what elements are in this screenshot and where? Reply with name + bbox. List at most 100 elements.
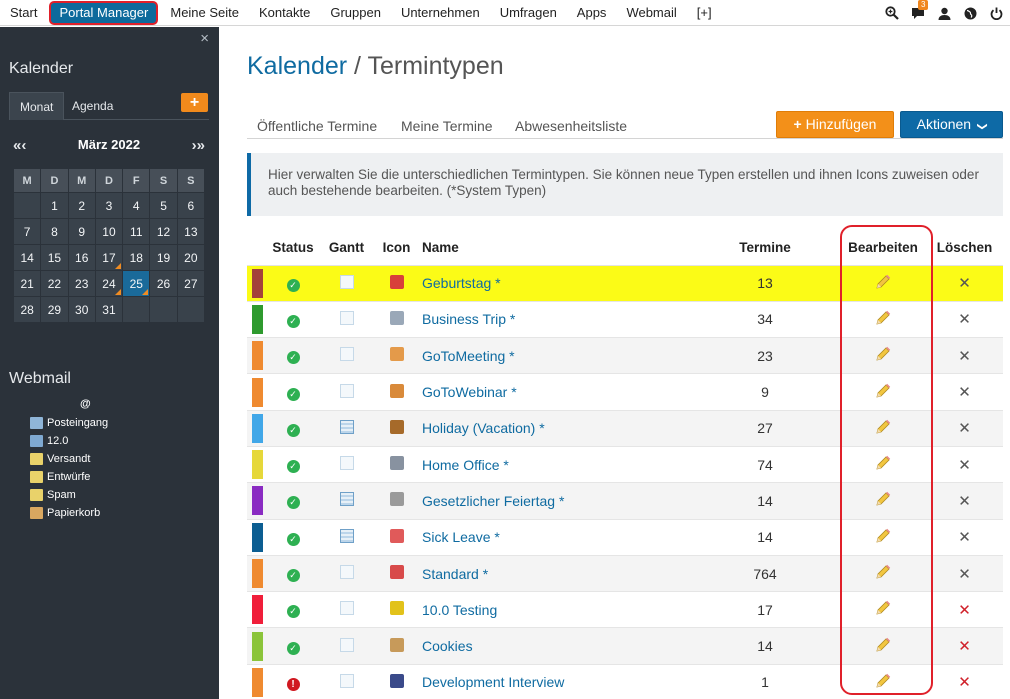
edit-pencil-icon[interactable] — [874, 599, 892, 617]
delete-icon[interactable]: ✕ — [958, 601, 971, 619]
calendar-day[interactable]: 22 — [40, 270, 69, 297]
edit-pencil-icon[interactable] — [874, 672, 892, 690]
globe-icon[interactable] — [962, 5, 978, 21]
event-type-name-link[interactable]: Home Office * — [422, 457, 509, 473]
status-active-icon[interactable]: ✓ — [286, 605, 300, 619]
calendar-day[interactable]: 23 — [67, 270, 96, 297]
table-row[interactable]: ✓ GoToMeeting * 23 ✕ — [247, 337, 1003, 375]
delete-icon[interactable]: ✕ — [958, 419, 971, 437]
event-type-name-link[interactable]: Business Trip * — [422, 311, 515, 327]
nav-item-meine-seite[interactable]: Meine Seite — [160, 0, 249, 26]
status-active-icon[interactable]: ✓ — [286, 351, 300, 365]
edit-pencil-icon[interactable] — [874, 490, 892, 508]
table-row[interactable]: ✓ Home Office * 74 ✕ — [247, 446, 1003, 484]
calendar-day[interactable]: 3 — [94, 192, 124, 219]
nav-item-kontakte[interactable]: Kontakte — [249, 0, 320, 26]
breadcrumb-calendar-link[interactable]: Kalender — [247, 52, 347, 80]
status-inactive-icon[interactable]: ! — [286, 677, 300, 691]
calendar-day[interactable]: 20 — [176, 244, 206, 271]
prev-month-icon[interactable]: «‹ — [13, 137, 26, 154]
calendar-day[interactable]: 14 — [12, 244, 42, 271]
status-active-icon[interactable]: ✓ — [286, 569, 300, 583]
event-type-name-link[interactable]: Geburtstag * — [422, 275, 501, 291]
status-active-icon[interactable]: ✓ — [286, 641, 300, 655]
event-type-name-link[interactable]: GoToMeeting * — [422, 348, 515, 364]
calendar-day[interactable]: 9 — [67, 218, 96, 245]
status-active-icon[interactable]: ✓ — [286, 387, 300, 401]
next-month-icon[interactable]: ›» — [192, 137, 205, 154]
calendar-day[interactable]: 30 — [67, 296, 96, 323]
event-type-name-link[interactable]: Holiday (Vacation) * — [422, 420, 545, 436]
event-type-name-link[interactable]: Gesetzlicher Feiertag * — [422, 493, 564, 509]
nav-item-portal-manager[interactable]: Portal Manager — [49, 0, 159, 25]
event-type-name-link[interactable]: Sick Leave * — [422, 529, 500, 545]
gantt-icon[interactable] — [339, 601, 354, 616]
table-row[interactable]: ✓ Gesetzlicher Feiertag * 14 ✕ — [247, 482, 1003, 520]
sidebar-close-icon[interactable]: × — [200, 30, 209, 47]
calendar-day[interactable]: 21 — [12, 270, 42, 297]
add-event-button[interactable]: + — [181, 93, 208, 112]
calendar-day[interactable]: 24 — [94, 270, 124, 297]
webmail-folder[interactable]: Papierkorb — [30, 504, 108, 522]
calendar-day[interactable]: 13 — [176, 218, 206, 245]
tab-absence-list[interactable]: Abwesenheitsliste — [515, 118, 627, 134]
event-type-name-link[interactable]: Standard * — [422, 566, 488, 582]
event-type-name-link[interactable]: 10.0 Testing — [422, 602, 497, 618]
edit-pencil-icon[interactable] — [874, 418, 892, 436]
calendar-day[interactable]: 29 — [40, 296, 69, 323]
gantt-icon[interactable] — [339, 310, 354, 325]
event-type-name-link[interactable]: Development Interview — [422, 674, 564, 690]
calendar-day[interactable]: 2 — [67, 192, 96, 219]
delete-icon[interactable]: ✕ — [958, 492, 971, 510]
table-row[interactable]: ✓ Standard * 764 ✕ — [247, 555, 1003, 593]
gantt-icon[interactable] — [339, 274, 354, 289]
calendar-day[interactable]: 5 — [149, 192, 178, 219]
edit-pencil-icon[interactable] — [874, 273, 892, 291]
table-row[interactable]: ✓ Business Trip * 34 ✕ — [247, 301, 1003, 339]
search-plus-icon[interactable] — [884, 5, 900, 21]
edit-pencil-icon[interactable] — [874, 563, 892, 581]
webmail-folder[interactable]: Entwürfe — [30, 468, 108, 486]
tab-my-events[interactable]: Meine Termine — [401, 118, 493, 134]
calendar-day[interactable]: 12 — [149, 218, 178, 245]
table-row[interactable]: ✓ Cookies 14 ✕ — [247, 627, 1003, 665]
edit-pencil-icon[interactable] — [874, 454, 892, 472]
gantt-icon[interactable] — [339, 419, 354, 434]
event-type-name-link[interactable]: Cookies — [422, 638, 473, 654]
status-active-icon[interactable]: ✓ — [286, 460, 300, 474]
nav-item-webmail[interactable]: Webmail — [616, 0, 686, 26]
gantt-icon[interactable] — [339, 347, 354, 362]
tab-public-events[interactable]: Öffentliche Termine — [257, 118, 377, 134]
calendar-day[interactable]: 18 — [122, 244, 151, 271]
table-row[interactable]: ! Development Interview 1 ✕ — [247, 664, 1003, 699]
delete-icon[interactable]: ✕ — [958, 637, 971, 655]
calendar-day[interactable]: 25 — [122, 270, 151, 297]
gantt-icon[interactable] — [339, 528, 354, 543]
gantt-icon[interactable] — [339, 673, 354, 688]
calendar-day[interactable]: 17 — [94, 244, 124, 271]
edit-pencil-icon[interactable] — [874, 527, 892, 545]
event-type-name-link[interactable]: GoToWebinar * — [422, 384, 517, 400]
gantt-icon[interactable] — [339, 492, 354, 507]
calendar-day[interactable]: 11 — [122, 218, 151, 245]
delete-icon[interactable]: ✕ — [958, 456, 971, 474]
calendar-day[interactable]: 7 — [12, 218, 42, 245]
webmail-folder[interactable]: Spam — [30, 486, 108, 504]
calendar-day[interactable]: 6 — [176, 192, 206, 219]
calendar-day[interactable]: 15 — [40, 244, 69, 271]
status-active-icon[interactable]: ✓ — [286, 532, 300, 546]
edit-pencil-icon[interactable] — [874, 345, 892, 363]
calendar-day[interactable]: 26 — [149, 270, 178, 297]
calendar-day[interactable]: 31 — [94, 296, 124, 323]
calendar-day[interactable]: 10 — [94, 218, 124, 245]
calendar-day[interactable]: 1 — [40, 192, 69, 219]
status-active-icon[interactable]: ✓ — [286, 314, 300, 328]
delete-icon[interactable]: ✕ — [958, 347, 971, 365]
user-icon[interactable] — [936, 5, 952, 21]
actions-button[interactable]: Aktionen ❯ — [900, 111, 1003, 138]
edit-pencil-icon[interactable] — [874, 636, 892, 654]
power-icon[interactable] — [988, 5, 1004, 21]
calendar-day[interactable]: 27 — [176, 270, 206, 297]
gantt-icon[interactable] — [339, 383, 354, 398]
nav-item-start[interactable]: Start — [0, 0, 47, 26]
